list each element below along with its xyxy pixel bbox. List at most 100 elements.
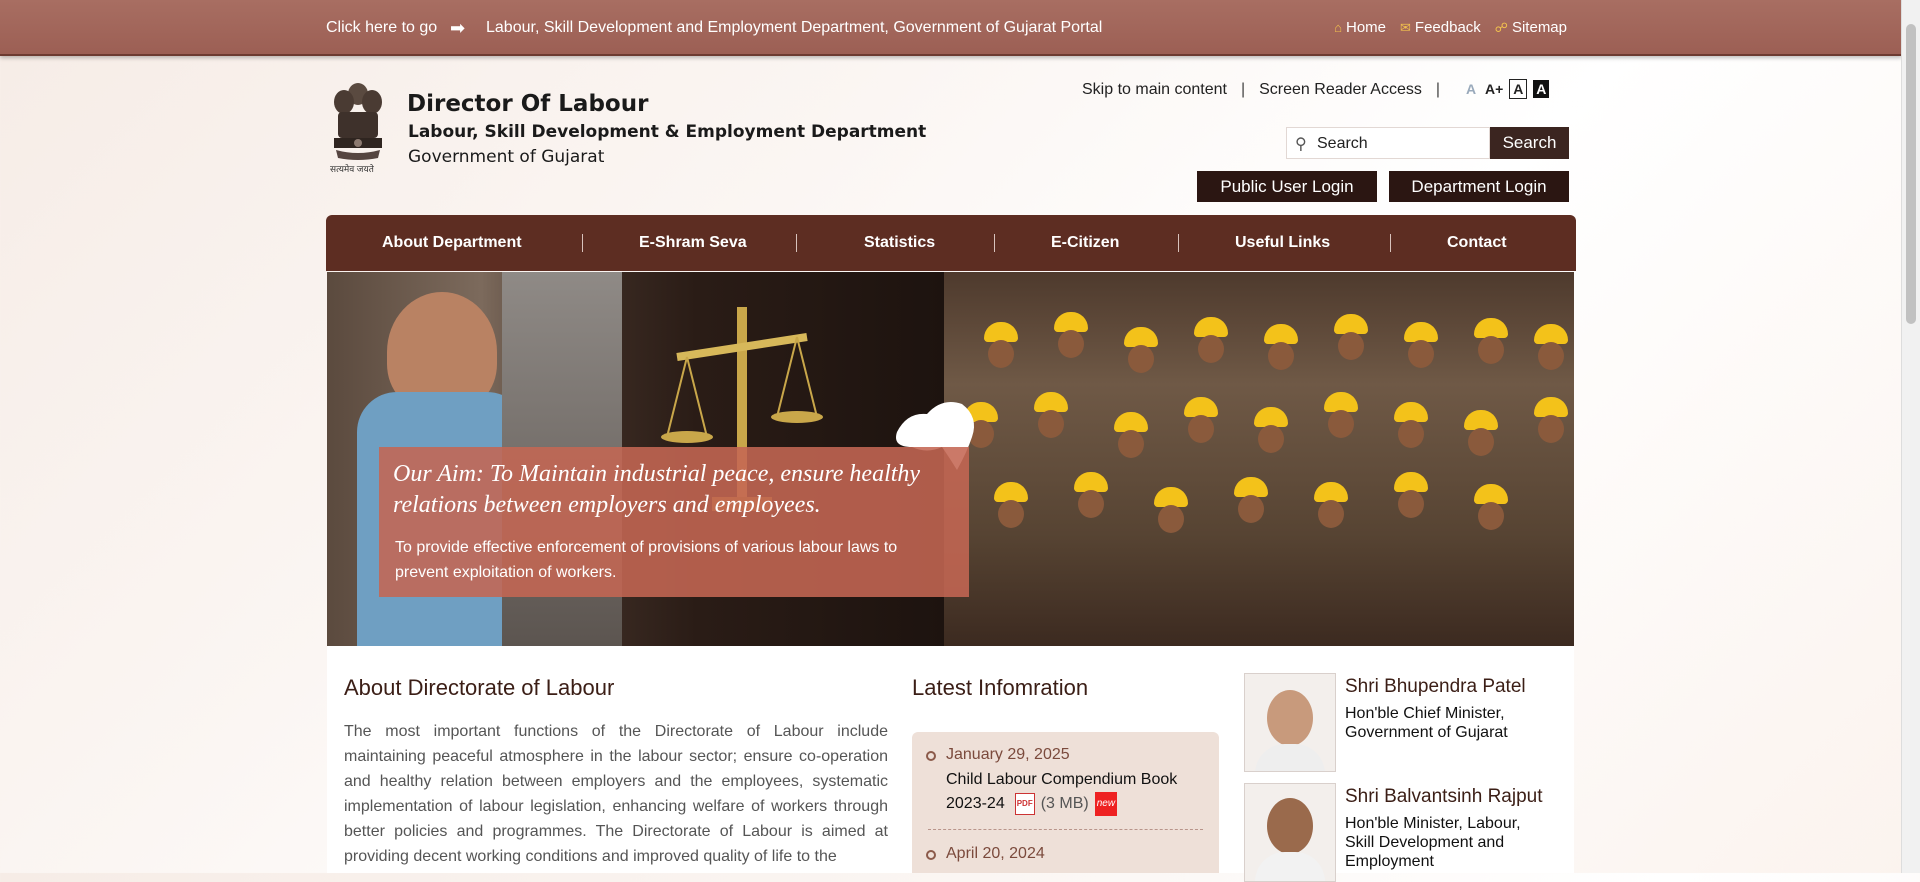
latest-info-title: Latest Infomration <box>912 675 1089 700</box>
minister-role: Hon'ble Chief Minister, Government of Gu… <box>1345 705 1508 741</box>
portrait-body <box>1255 744 1325 771</box>
font-size-controls: A A+ A A <box>1463 79 1550 99</box>
home-icon: ⌂ <box>1334 20 1342 35</box>
hard-hat-icon <box>1404 322 1438 342</box>
nav-item-statistics[interactable]: Statistics <box>864 234 935 252</box>
nav-item-e-shram-seva[interactable]: E-Shram Seva <box>639 234 747 252</box>
worker-face <box>1338 332 1364 360</box>
nav-divider <box>1178 234 1179 252</box>
scrollbar-thumb[interactable] <box>1906 24 1916 324</box>
hard-hat-icon <box>1154 487 1188 507</box>
worker-face <box>1328 410 1354 438</box>
worker-face <box>1158 505 1184 533</box>
latest-item[interactable]: Child Labour Compendium Book 2023-24 PDF(… <box>946 768 1208 816</box>
portrait-body <box>1255 852 1325 881</box>
banner-aim-box: Our Aim: To Maintain industrial peace, e… <box>379 447 969 597</box>
hard-hat-icon <box>1464 410 1498 430</box>
hard-hat-icon <box>1114 412 1148 432</box>
worker-face <box>1258 425 1284 453</box>
hard-hat-icon <box>1324 392 1358 412</box>
minister-name[interactable]: Shri Bhupendra Patel <box>1345 676 1526 698</box>
site-title: Director Of Labour <box>407 91 649 117</box>
nav-item-useful-links[interactable]: Useful Links <box>1235 234 1330 252</box>
hard-hat-icon <box>1314 482 1348 502</box>
contrast-normal-button[interactable]: A <box>1509 79 1528 99</box>
worker-face <box>1268 342 1294 370</box>
sitemap-label: Sitemap <box>1511 19 1567 36</box>
worker-face <box>1038 410 1064 438</box>
banner-aim-text: To provide effective enforcement of prov… <box>395 539 898 581</box>
worker-face <box>1118 430 1144 458</box>
portal-link[interactable]: Labour, Skill Development and Employment… <box>486 19 1102 37</box>
hard-hat-icon <box>1474 484 1508 504</box>
worker-face <box>1128 345 1154 373</box>
skip-to-main-link[interactable]: Skip to main content <box>1082 81 1227 99</box>
worker-face <box>1468 428 1494 456</box>
worker-face <box>988 340 1014 368</box>
feedback-link[interactable]: ✉ Feedback <box>1400 19 1481 36</box>
font-decrease-button[interactable]: A <box>1463 80 1479 98</box>
top-bar: Click here to go ➡ Labour, Skill Develop… <box>0 0 1902 56</box>
nav-item-contact[interactable]: Contact <box>1447 234 1507 252</box>
font-increase-button[interactable]: A+ <box>1485 80 1503 98</box>
department-login-button[interactable]: Department Login <box>1389 171 1569 202</box>
worker-face <box>1408 340 1434 368</box>
hard-hat-icon <box>1234 477 1268 497</box>
hard-hat-icon <box>1074 472 1108 492</box>
sitemap-link[interactable]: ☍ Sitemap <box>1495 19 1567 36</box>
worker-face <box>1538 342 1564 370</box>
mail-icon: ✉ <box>1400 20 1411 35</box>
hard-hat-icon <box>1534 324 1568 344</box>
portrait-face <box>1267 798 1313 854</box>
banner-aim-heading: Our Aim: To Maintain industrial peace, e… <box>393 461 921 518</box>
utility-links: Skip to main content | Screen Reader Acc… <box>1082 81 1454 99</box>
screen-reader-link[interactable]: Screen Reader Access <box>1259 81 1422 99</box>
about-title: About Directorate of Labour <box>344 675 615 700</box>
nav-item-about-department[interactable]: About Department <box>382 234 522 252</box>
hero-banner: Our Aim: To Maintain industrial peace, e… <box>327 272 1574 646</box>
national-emblem-logo[interactable]: सत्यमेव जयते <box>330 80 386 176</box>
feedback-label: Feedback <box>1414 19 1481 36</box>
nav-divider <box>796 234 797 252</box>
portrait-face <box>1267 690 1313 746</box>
sitemap-icon: ☍ <box>1494 20 1508 35</box>
worker-face <box>1398 420 1424 448</box>
department-name: Labour, Skill Development & Employment D… <box>408 122 927 142</box>
hard-hat-icon <box>1264 324 1298 344</box>
minister-role: Hon'ble Minister, Labour, Skill Developm… <box>1345 815 1521 870</box>
top-bar-inner: Click here to go ➡ Labour, Skill Develop… <box>326 0 1567 54</box>
click-here-text: Click here to go <box>326 19 438 36</box>
minister-photo <box>1244 783 1336 882</box>
file-size: (3 MB) <box>1040 795 1089 813</box>
latest-item-date: January 29, 2025 <box>946 746 1070 763</box>
hard-hat-icon <box>1334 314 1368 334</box>
public-user-login-button[interactable]: Public User Login <box>1197 171 1377 202</box>
pdf-icon: PDF <box>1014 793 1035 815</box>
worker-face <box>998 500 1024 528</box>
search-input[interactable]: ⚲ Search <box>1286 127 1490 159</box>
main-nav: About Department E-Shram Seva Statistics… <box>326 215 1576 271</box>
hard-hat-icon <box>1034 392 1068 412</box>
home-label: Home <box>1346 19 1387 36</box>
hard-hat-icon <box>1194 317 1228 337</box>
search-icon: ⚲ <box>1295 136 1307 153</box>
banner-workers-image <box>944 272 1574 646</box>
hard-hat-icon <box>1054 312 1088 332</box>
contrast-dark-button[interactable]: A <box>1533 80 1550 98</box>
worker-face <box>1318 500 1344 528</box>
scrollbar[interactable] <box>1901 0 1920 873</box>
hard-hat-icon <box>1394 472 1428 492</box>
hard-hat-icon <box>1124 327 1158 347</box>
minister-name[interactable]: Shri Balvantsinh Rajput <box>1345 786 1543 808</box>
nav-divider <box>1390 234 1391 252</box>
hard-hat-icon <box>984 322 1018 342</box>
nav-item-e-citizen[interactable]: E-Citizen <box>1051 234 1119 252</box>
worker-face <box>1198 335 1224 363</box>
worker-face <box>1238 495 1264 523</box>
hard-hat-icon <box>1184 397 1218 417</box>
latest-item-date: April 20, 2024 <box>946 845 1045 862</box>
home-link[interactable]: ⌂ Home <box>1334 19 1386 36</box>
worker-face <box>1538 415 1564 443</box>
nav-divider <box>582 234 583 252</box>
search-button[interactable]: Search <box>1490 127 1569 159</box>
